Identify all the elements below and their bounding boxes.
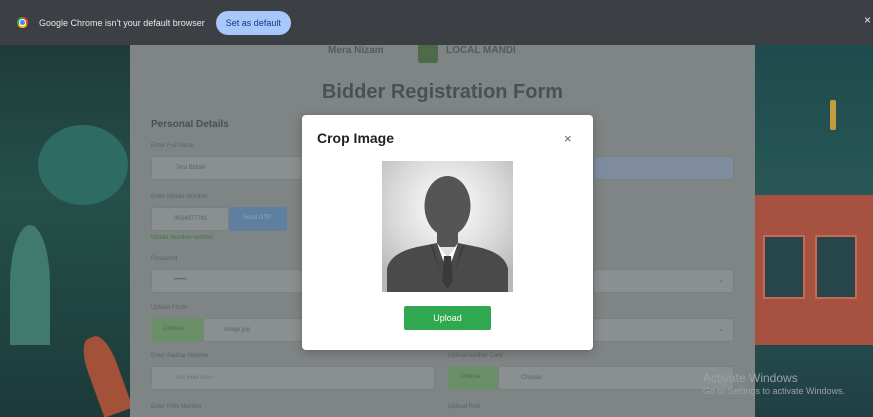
password-label: Password bbox=[151, 256, 178, 262]
logo-right-text: LOCAL MANDI bbox=[446, 45, 516, 56]
lamp-shape bbox=[830, 100, 836, 130]
activate-windows-title: Activate Windows bbox=[703, 371, 798, 385]
aadhar-file-name: Choose bbox=[521, 375, 542, 381]
upload-pan-label: Upload PAN bbox=[448, 404, 481, 410]
infobar-close-icon[interactable]: × bbox=[864, 13, 871, 27]
send-otp-button[interactable]: Send OTP bbox=[229, 207, 287, 231]
crop-image-dialog: Crop Image × Upload bbox=[302, 115, 593, 350]
password-input[interactable]: •••••• bbox=[151, 269, 303, 293]
right-illustration bbox=[755, 45, 873, 417]
tram-window bbox=[815, 235, 857, 299]
photo-file-field: image.jpg bbox=[203, 318, 303, 342]
photo-file-name: image.jpg bbox=[224, 327, 251, 333]
close-icon[interactable]: × bbox=[564, 131, 572, 146]
blue-input-field[interactable] bbox=[593, 156, 734, 180]
full-name-label: Enter Full Name bbox=[151, 143, 195, 149]
mobile-value: 9634977761 bbox=[174, 216, 208, 222]
aadhar-label: Enter Aadhar Number bbox=[151, 353, 210, 359]
personal-details-heading: Personal Details bbox=[151, 119, 229, 130]
infobar-message: Google Chrome isn't your default browser bbox=[39, 17, 205, 28]
dialog-title: Crop Image bbox=[317, 130, 395, 146]
mobile-verified-text: Mobile Number verified bbox=[151, 235, 213, 241]
logo-icon bbox=[418, 45, 438, 63]
activate-windows-subtitle: Go to Settings to activate Windows. bbox=[703, 386, 846, 396]
chrome-logo-icon bbox=[17, 17, 28, 28]
aadhar-file-field: Choose bbox=[498, 366, 734, 390]
right-select-field-2[interactable]: ⌄ bbox=[593, 318, 734, 342]
send-otp-label: Send OTP bbox=[243, 215, 272, 221]
form-title: Bidder Registration Form bbox=[321, 81, 564, 103]
pan-label: Enter PAN Number bbox=[151, 404, 202, 410]
left-illustration bbox=[0, 45, 133, 417]
crop-area[interactable] bbox=[382, 161, 513, 292]
right-select-field[interactable]: ⌄ bbox=[593, 269, 734, 293]
tram-window bbox=[763, 235, 805, 299]
logo-left-text: Mera Nizam bbox=[328, 45, 384, 56]
password-value: •••••• bbox=[174, 277, 187, 283]
plant-shape bbox=[77, 332, 133, 417]
mobile-label: Enter Mobile Number bbox=[151, 194, 208, 200]
choose-aadhar-button[interactable]: Choose bbox=[448, 366, 498, 390]
full-name-value: Test Bidder bbox=[176, 165, 207, 171]
leaf-shape bbox=[10, 225, 50, 345]
upload-photo-label: Upload Photo bbox=[151, 305, 188, 311]
aadhar-input[interactable]: xxx xxxx xxxx bbox=[151, 366, 435, 390]
leaf-shape bbox=[38, 125, 128, 205]
choose-photo-label: Choose bbox=[163, 326, 184, 332]
chevron-down-icon: ⌄ bbox=[718, 277, 724, 284]
chevron-down-icon: ⌄ bbox=[718, 326, 724, 333]
upload-aadhar-label: Upload Aadhar Card bbox=[448, 353, 503, 359]
avatar-placeholder-icon bbox=[382, 161, 513, 292]
default-browser-infobar: Google Chrome isn't your default browser… bbox=[0, 0, 873, 45]
full-name-input[interactable]: Test Bidder bbox=[151, 156, 303, 180]
choose-photo-button[interactable]: Choose bbox=[151, 318, 203, 342]
set-as-default-button[interactable]: Set as default bbox=[215, 10, 291, 35]
upload-button[interactable]: Upload bbox=[404, 306, 491, 330]
aadhar-placeholder: xxx xxxx xxxx bbox=[176, 375, 213, 381]
choose-aadhar-label: Choose bbox=[460, 374, 481, 380]
mobile-input[interactable]: 9634977761 bbox=[151, 207, 229, 231]
